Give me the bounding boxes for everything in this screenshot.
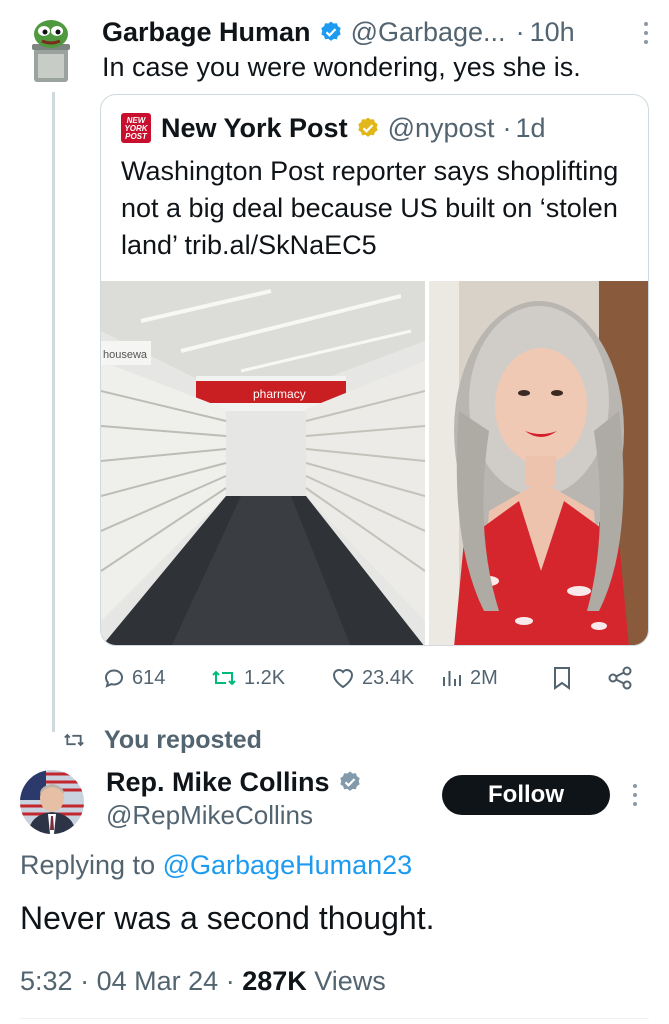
share-icon <box>608 666 632 690</box>
quote-time[interactable]: 1d <box>516 113 546 144</box>
more-icon[interactable] <box>643 22 649 44</box>
thread-line <box>52 92 55 732</box>
bookmark-icon <box>554 667 570 690</box>
tweet1-header: Garbage Human @Garbage... · 10h <box>102 14 649 50</box>
reply-button[interactable]: 614 <box>102 660 165 696</box>
tweet1-text: In case you were wondering, yes she is. <box>102 52 581 82</box>
tweet-actions: 614 1.2K 23.4K 2M <box>102 660 642 696</box>
replying-to: Replying to @GarbageHuman23 <box>20 850 412 881</box>
like-icon <box>332 669 354 689</box>
quoted-tweet-card[interactable]: NEW YORK POST New York Post @nypost · 1d W… <box>100 94 649 646</box>
tweet2-text: Never was a second thought. <box>20 900 435 936</box>
separator-dot: · <box>225 966 235 996</box>
verified-gray-icon <box>338 770 362 794</box>
tweet1-author-name[interactable]: Garbage Human <box>102 17 311 48</box>
repost-icon <box>212 670 236 686</box>
tweet1-time[interactable]: 10h <box>530 17 575 48</box>
tweet2-handle[interactable]: @RepMikeCollins <box>106 800 313 831</box>
separator-dot: · <box>80 966 90 996</box>
repost-label: You reposted <box>62 724 262 756</box>
avatar-garbage-human[interactable] <box>24 14 78 86</box>
tweet2-views-label: Views <box>314 966 386 996</box>
avatar-mike-collins[interactable] <box>20 770 84 834</box>
views-count: 2M <box>470 666 498 689</box>
tweet2-author-name[interactable]: Rep. Mike Collins <box>106 767 330 798</box>
views-icon <box>443 671 461 686</box>
verified-icon <box>319 20 343 44</box>
nypost-logo[interactable]: NEW YORK POST <box>121 113 151 143</box>
quote-author-name[interactable]: New York Post <box>161 113 348 144</box>
quote-header: NEW YORK POST New York Post @nypost · 1d <box>121 113 546 143</box>
quote-text: Washington Post reporter says shopliftin… <box>121 156 619 260</box>
quote-handle[interactable]: @nypost <box>388 113 495 144</box>
tweet2-views-count: 287K <box>242 966 307 996</box>
empty-store-photo[interactable]: pharmacy housewa <box>101 281 425 645</box>
store-sign-left: housewa <box>103 349 148 361</box>
tweet2-time[interactable]: 5:32 <box>20 966 73 996</box>
repost-label-text: You reposted <box>104 725 262 754</box>
separator-dot: · <box>502 112 512 143</box>
reporter-photo[interactable] <box>429 281 648 645</box>
views-button[interactable]: 2M <box>440 660 498 696</box>
tweet1-handle[interactable]: @Garbage... <box>351 17 506 48</box>
tweet2-header: Rep. Mike Collins <box>106 764 362 800</box>
more-icon[interactable] <box>632 784 638 806</box>
replying-to-prefix: Replying to <box>20 850 156 880</box>
divider <box>20 1018 649 1019</box>
repost-count: 1.2K <box>244 666 286 689</box>
tweet2-date[interactable]: 04 Mar 24 <box>97 966 219 996</box>
store-sign-text: pharmacy <box>253 387 306 401</box>
bookmark-button[interactable] <box>550 660 580 696</box>
like-button[interactable]: 23.4K <box>330 660 414 696</box>
replying-to-mention[interactable]: @GarbageHuman23 <box>163 850 413 880</box>
repost-icon <box>64 733 84 747</box>
separator-dot: · <box>515 16 525 47</box>
reply-count: 614 <box>132 666 166 689</box>
reply-icon <box>104 669 124 688</box>
repost-button[interactable]: 1.2K <box>210 660 285 696</box>
tweet2-meta: 5:32 · 04 Mar 24 · 287K Views <box>20 966 386 997</box>
share-button[interactable] <box>606 660 640 696</box>
quote-media[interactable]: pharmacy housewa <box>101 281 648 645</box>
follow-button[interactable]: Follow <box>442 775 610 815</box>
like-count: 23.4K <box>362 666 415 689</box>
verified-gold-icon <box>356 116 380 140</box>
